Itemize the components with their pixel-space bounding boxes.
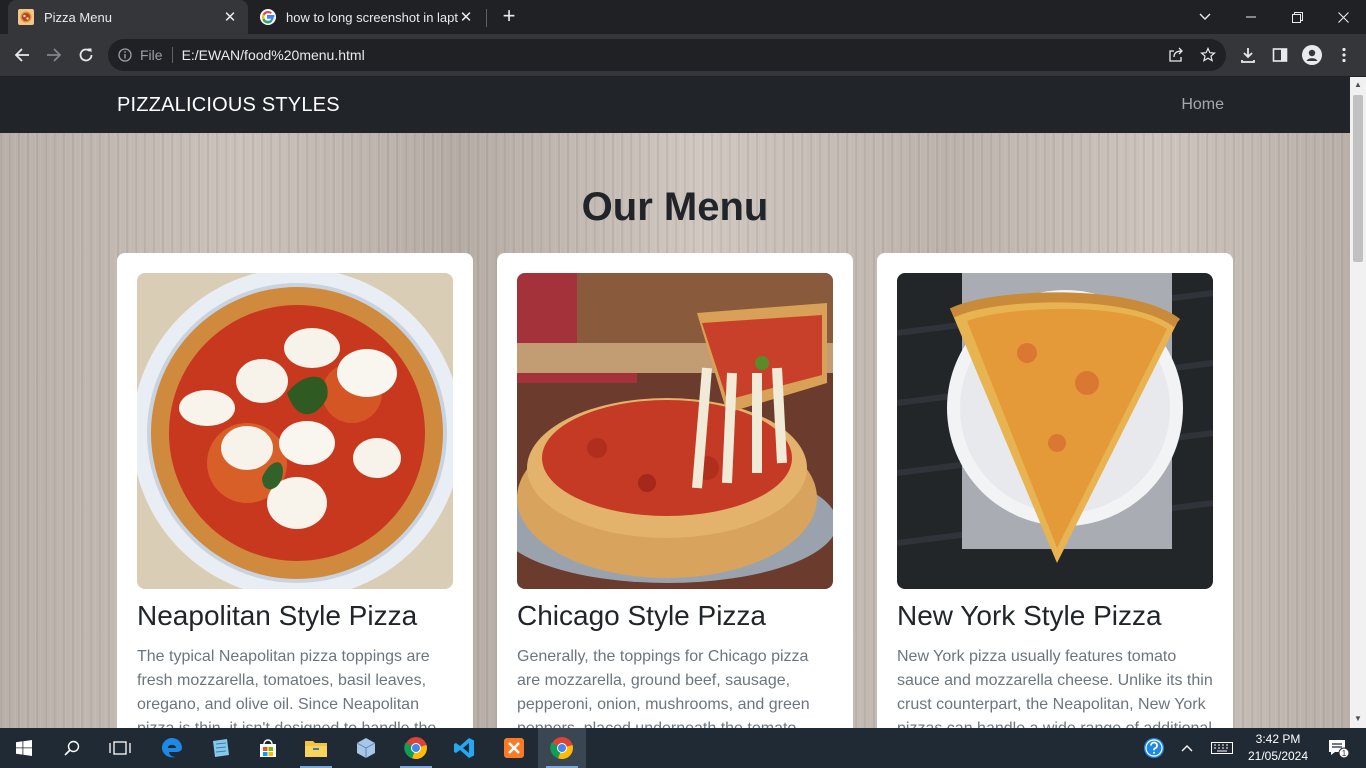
- clock-date: 21/05/2024: [1247, 749, 1309, 763]
- card-description: The typical Neapolitan pizza toppings ar…: [137, 648, 436, 728]
- show-hidden-icons-chevron-icon[interactable]: [1174, 728, 1200, 768]
- scroll-up-icon[interactable]: ▲: [1353, 80, 1363, 90]
- browser-toolbar: File E:/EWAN/food%20menu.html: [0, 34, 1366, 76]
- page-viewport: PIZZALICIOUS STYLES Home Our Menu Neapol…: [0, 77, 1350, 728]
- address-bar[interactable]: File E:/EWAN/food%20menu.html: [108, 39, 1226, 71]
- chicago-pizza-photo: [517, 273, 833, 589]
- windows-start-icon[interactable]: [0, 728, 48, 768]
- xampp-icon[interactable]: [490, 728, 538, 768]
- file-explorer-icon[interactable]: [292, 728, 340, 768]
- info-icon[interactable]: [118, 48, 132, 62]
- chrome-active-icon[interactable]: [538, 728, 586, 768]
- vscode-icon[interactable]: [440, 728, 488, 768]
- menu-card-new-york: New York Style Pizza New York pizza usua…: [877, 253, 1233, 728]
- tab-title: Pizza Menu: [44, 9, 112, 25]
- task-view-icon[interactable]: [96, 728, 144, 768]
- notification-count: 1: [1342, 749, 1347, 758]
- chrome-icon[interactable]: [392, 728, 440, 768]
- side-panel-icon[interactable]: [1264, 39, 1296, 71]
- tab-google-search[interactable]: how to long screenshot in laptop ✕: [250, 0, 484, 34]
- menu-card-chicago: Chicago Style Pizza Generally, the toppi…: [497, 253, 853, 728]
- edge-icon[interactable]: [148, 728, 196, 768]
- tab-search-chevron-icon[interactable]: [1182, 0, 1228, 34]
- address-separator: [171, 47, 173, 63]
- url-text[interactable]: E:/EWAN/food%20menu.html: [182, 47, 365, 63]
- tab-close-icon[interactable]: ✕: [222, 8, 238, 26]
- store-icon[interactable]: [244, 728, 292, 768]
- menu-card-neapolitan: Neapolitan Style Pizza The typical Neapo…: [117, 253, 473, 728]
- pizza-favicon-icon: [18, 9, 34, 25]
- system-clock[interactable]: 3:42 PM 21/05/2024: [1240, 731, 1316, 765]
- bookmark-star-icon[interactable]: [1200, 47, 1216, 68]
- minimize-icon[interactable]: [1228, 0, 1274, 34]
- card-title: New York Style Pizza: [897, 600, 1162, 631]
- new-york-pizza-photo: [897, 273, 1213, 589]
- nav-link-home[interactable]: Home: [1181, 96, 1224, 114]
- notification-center-icon[interactable]: 1: [1318, 728, 1358, 768]
- scroll-down-icon[interactable]: ▼: [1353, 714, 1363, 724]
- 3d-viewer-icon[interactable]: [342, 728, 390, 768]
- google-favicon-icon: [260, 9, 276, 25]
- share-icon[interactable]: [1168, 47, 1184, 68]
- windows-taskbar: 3:42 PM 21/05/2024 1: [0, 728, 1366, 768]
- clock-time: 3:42 PM: [1255, 732, 1301, 746]
- card-description: New York pizza usually features tomato s…: [897, 648, 1213, 728]
- page-scrollbar[interactable]: ▲ ▼: [1350, 77, 1366, 728]
- browser-tab-strip: Pizza Menu ✕ how to long screenshot in l…: [0, 0, 1366, 34]
- card-description: Generally, the toppings for Chicago pizz…: [517, 648, 810, 728]
- tab-pizza-menu[interactable]: Pizza Menu ✕: [8, 0, 248, 34]
- tab-close-icon[interactable]: ✕: [458, 8, 474, 26]
- back-arrow-icon[interactable]: [6, 39, 38, 71]
- new-tab-button[interactable]: +: [498, 5, 520, 27]
- scrollbar-thumb[interactable]: [1353, 95, 1363, 262]
- restore-icon[interactable]: [1274, 0, 1320, 34]
- card-title: Chicago Style Pizza: [517, 600, 767, 631]
- site-navbar: PIZZALICIOUS STYLES Home: [0, 77, 1350, 133]
- site-brand[interactable]: PIZZALICIOUS STYLES: [117, 94, 340, 117]
- keyboard-icon[interactable]: [1206, 728, 1238, 768]
- profile-icon[interactable]: [1296, 39, 1328, 71]
- neapolitan-pizza-photo: [137, 273, 453, 589]
- forward-arrow-icon[interactable]: [38, 39, 70, 71]
- kebab-menu-icon[interactable]: [1328, 39, 1360, 71]
- close-window-icon[interactable]: [1320, 0, 1366, 34]
- card-title: Neapolitan Style Pizza: [137, 600, 418, 631]
- page-title: Our Menu: [581, 185, 769, 229]
- tab-title: how to long screenshot in laptop: [286, 9, 458, 25]
- search-icon[interactable]: [48, 728, 96, 768]
- scheme-label: File: [140, 47, 163, 63]
- help-icon[interactable]: [1138, 728, 1170, 768]
- tab-separator: [486, 9, 487, 27]
- download-icon[interactable]: [1232, 39, 1264, 71]
- reload-icon[interactable]: [70, 39, 102, 71]
- notepad-icon[interactable]: [196, 728, 244, 768]
